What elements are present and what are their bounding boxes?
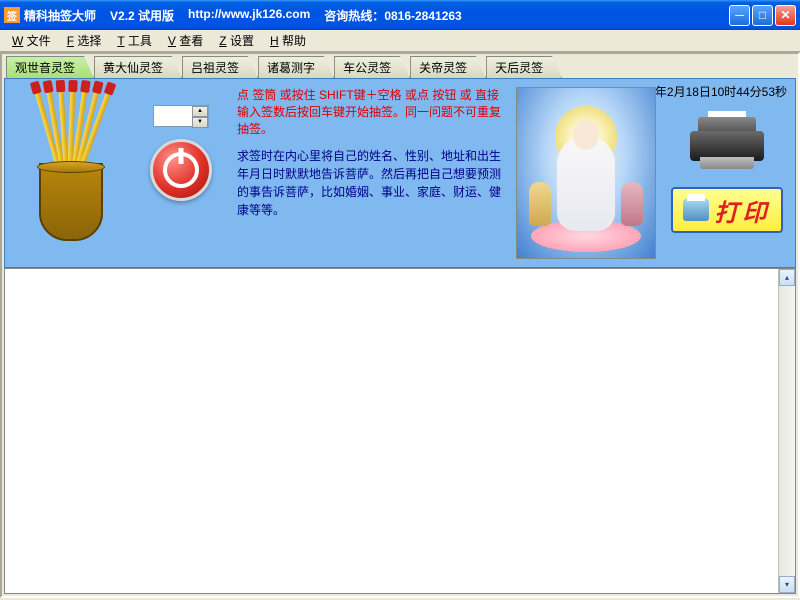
hotline: 咨询热线：0816-2841263 (324, 7, 461, 24)
tab-3[interactable]: 诸葛测字 (258, 56, 334, 78)
deity-image (516, 87, 656, 259)
app-version: V2.2 试用版 (110, 7, 174, 24)
menu-tool[interactable]: T 工具 (109, 30, 159, 51)
scroll-up-button[interactable]: ▴ (779, 269, 795, 286)
minimize-button[interactable]: ─ (729, 5, 750, 26)
close-button[interactable]: ✕ (775, 5, 796, 26)
tab-1[interactable]: 黄大仙灵签 (94, 56, 182, 78)
tab-4[interactable]: 车公灵签 (334, 56, 410, 78)
fortune-sticks-cup[interactable] (31, 91, 111, 241)
menu-view[interactable]: V 查看 (160, 30, 211, 51)
title-bar: 签 精科抽签大师 V2.2 试用版 http://www.jk126.com 咨… (0, 0, 800, 30)
stick-number-field[interactable] (154, 106, 192, 126)
print-label: 打印 (715, 193, 771, 228)
tab-strip: 观世音灵签黄大仙灵签吕祖灵签诸葛测字车公灵签关帝灵签天后灵签 (4, 56, 796, 78)
tab-0[interactable]: 观世音灵签 (6, 56, 94, 78)
tab-5[interactable]: 关帝灵签 (410, 56, 486, 78)
tab-2[interactable]: 吕祖灵签 (182, 56, 258, 78)
print-button[interactable]: 打印 (671, 187, 783, 233)
vertical-scrollbar[interactable]: ▴ ▾ (778, 269, 795, 593)
fortune-panel: 2014年2月18日10时44分53秒 ▲ (4, 78, 796, 268)
print-icon (683, 199, 709, 221)
instruction-blue: 求签时在内心里将自己的姓名、性别、地址和出生年月日时默默地告诉菩萨。然后再把自己… (237, 147, 510, 219)
printer-icon (690, 111, 764, 169)
draw-button[interactable] (150, 139, 212, 201)
spin-down-button[interactable]: ▼ (192, 117, 208, 128)
menu-select[interactable]: F 选择 (59, 30, 110, 51)
app-icon: 签 (4, 7, 20, 23)
app-url[interactable]: http://www.jk126.com (188, 7, 310, 24)
menu-file[interactable]: W 文件 (4, 30, 59, 51)
menu-bar: W 文件 F 选择 T 工具 V 查看 Z 设置 H 帮助 (0, 30, 800, 52)
spin-up-button[interactable]: ▲ (192, 106, 208, 117)
menu-setting[interactable]: Z 设置 (211, 30, 262, 51)
maximize-button[interactable]: □ (752, 5, 773, 26)
instruction-red: 点 签筒 或按住 SHIFT键＋空格 或点 按钮 或 直接输入签数后按回车键开始… (237, 87, 510, 137)
stick-number-input[interactable]: ▲ ▼ (153, 105, 209, 127)
tab-6[interactable]: 天后灵签 (486, 56, 562, 78)
app-name: 精科抽签大师 (24, 7, 96, 24)
result-area: ▴ ▾ (4, 268, 796, 594)
menu-help[interactable]: H 帮助 (262, 30, 314, 51)
power-icon (163, 152, 199, 188)
scroll-down-button[interactable]: ▾ (779, 576, 795, 593)
